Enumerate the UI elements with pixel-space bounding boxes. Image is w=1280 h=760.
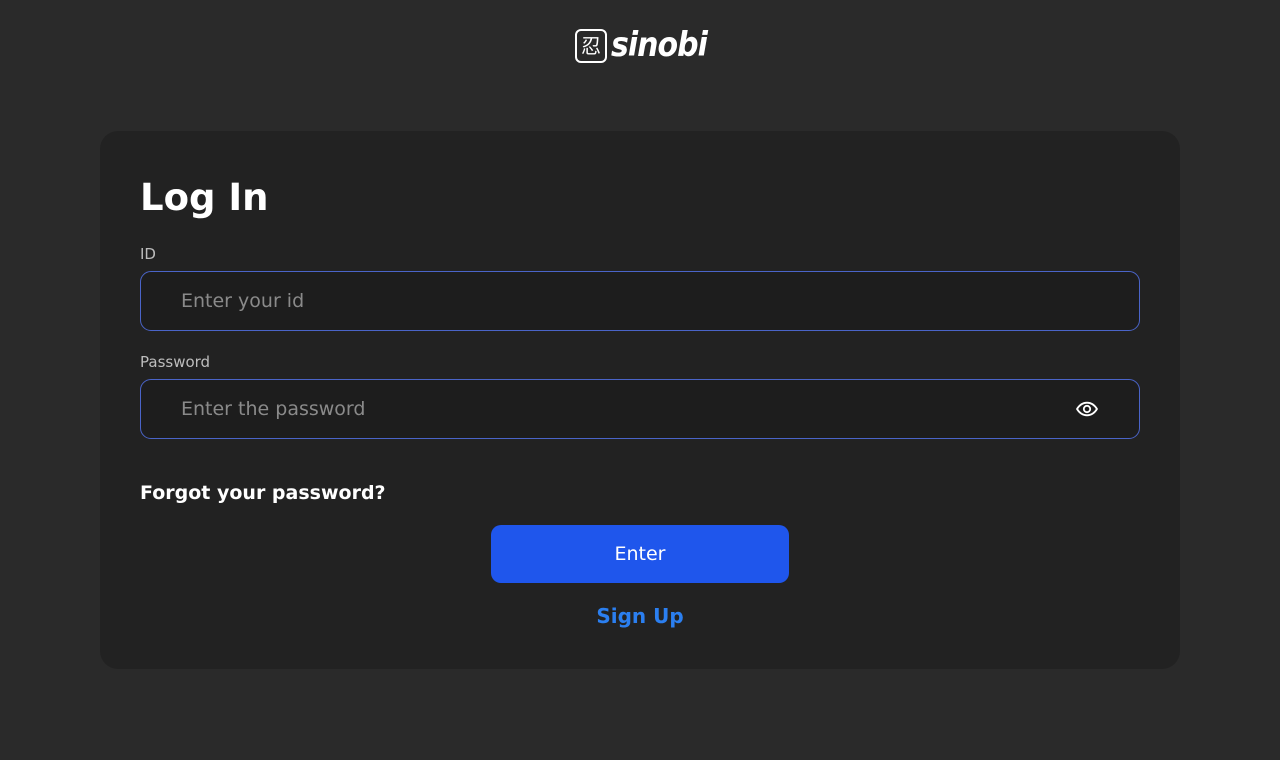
sign-up-link[interactable]: Sign Up [540,604,740,628]
forgot-password-link[interactable]: Forgot your password? [140,481,386,505]
password-field-container [140,379,1140,439]
login-page: 忍 sinobi Log In ID Password Forgot your … [0,0,1280,760]
logo-wordmark: sinobi [611,25,708,66]
eye-icon [1076,401,1098,417]
sinobi-logo: 忍 sinobi [575,25,708,66]
enter-button[interactable]: Enter [491,525,789,583]
id-field-label: ID [140,245,156,263]
show-password-toggle[interactable] [1075,397,1099,421]
id-field-container [140,271,1140,331]
logo-mark: 忍 [575,29,607,63]
page-title: Log In [140,176,269,219]
password-field-label: Password [140,353,211,371]
id-input[interactable] [181,272,1061,330]
password-input[interactable] [181,380,1061,438]
